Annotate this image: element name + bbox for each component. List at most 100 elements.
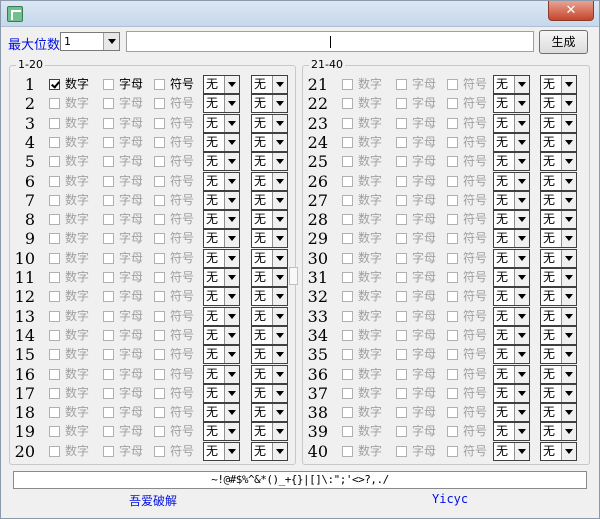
chevron-down-icon[interactable] <box>514 384 529 402</box>
checkbox-symbols[interactable] <box>447 156 458 168</box>
select-1[interactable]: 无 <box>203 345 240 365</box>
checkbox-letters[interactable] <box>396 349 407 361</box>
select-1[interactable]: 无 <box>493 306 530 326</box>
checkbox-symbols[interactable] <box>447 272 458 283</box>
chevron-down-icon[interactable] <box>561 442 576 460</box>
select-1[interactable]: 无 <box>493 75 530 94</box>
chevron-down-icon[interactable] <box>224 153 239 171</box>
checkbox-digits[interactable] <box>49 349 60 361</box>
chevron-down-icon[interactable] <box>272 153 287 171</box>
select-1[interactable]: 无 <box>203 113 240 133</box>
chevron-down-icon[interactable] <box>224 442 239 460</box>
chevron-down-icon[interactable] <box>514 404 529 422</box>
select-2[interactable]: 无 <box>540 383 577 403</box>
select-1[interactable]: 无 <box>203 152 240 172</box>
chevron-down-icon[interactable] <box>561 423 576 441</box>
chevron-down-icon[interactable] <box>224 307 239 325</box>
checkbox-digits[interactable] <box>342 252 353 264</box>
checkbox-digits[interactable] <box>342 98 353 110</box>
footer-link-yicyc[interactable]: Yicyc <box>432 492 468 506</box>
checkbox-letters[interactable] <box>103 387 114 399</box>
checkbox-symbols[interactable] <box>154 291 165 303</box>
select-2[interactable]: 无 <box>251 113 288 133</box>
select-1[interactable]: 无 <box>203 190 240 210</box>
checkbox-letters[interactable] <box>103 136 114 148</box>
checkbox-digits[interactable] <box>342 329 353 341</box>
chevron-down-icon[interactable] <box>272 404 287 422</box>
checkbox-letters[interactable] <box>396 117 407 129</box>
select-2[interactable]: 无 <box>540 306 577 326</box>
select-1[interactable]: 无 <box>203 306 240 326</box>
checkbox-digits[interactable] <box>49 252 60 264</box>
checkbox-letters[interactable] <box>396 194 407 206</box>
select-2[interactable]: 无 <box>540 287 577 307</box>
checkbox-symbols[interactable] <box>154 233 165 245</box>
checkbox-symbols[interactable] <box>447 368 458 380</box>
select-1[interactable]: 无 <box>493 229 530 249</box>
checkbox-letters[interactable] <box>396 387 407 399</box>
chevron-down-icon[interactable] <box>224 288 239 306</box>
checkbox-symbols[interactable] <box>154 387 165 399</box>
select-1[interactable]: 无 <box>493 210 530 230</box>
select-2[interactable]: 无 <box>251 422 288 442</box>
select-2[interactable]: 无 <box>540 75 577 94</box>
chevron-down-icon[interactable] <box>514 172 529 190</box>
chevron-down-icon[interactable] <box>561 114 576 132</box>
select-1[interactable]: 无 <box>493 94 530 114</box>
chevron-down-icon[interactable] <box>272 230 287 248</box>
select-1[interactable]: 无 <box>493 422 530 442</box>
checkbox-digits[interactable] <box>49 368 60 380</box>
select-1[interactable]: 无 <box>203 75 240 94</box>
select-2[interactable]: 无 <box>540 171 577 191</box>
checkbox-digits[interactable] <box>49 310 60 322</box>
checkbox-symbols[interactable] <box>447 445 458 457</box>
checkbox-symbols[interactable] <box>154 445 165 457</box>
select-1[interactable]: 无 <box>203 383 240 403</box>
checkbox-digits[interactable] <box>49 426 60 438</box>
chevron-down-icon[interactable] <box>561 211 576 229</box>
select-2[interactable]: 无 <box>251 306 288 326</box>
chevron-down-icon[interactable] <box>561 153 576 171</box>
chevron-down-icon[interactable] <box>224 365 239 383</box>
select-1[interactable]: 无 <box>493 383 530 403</box>
checkbox-digits[interactable] <box>342 349 353 361</box>
checkbox-symbols[interactable] <box>154 214 165 226</box>
special-chars-field[interactable]: ~!@#$%^&*()_+{}|[]\:";'<>?,./ <box>13 471 587 489</box>
checkbox-digits[interactable] <box>342 79 353 90</box>
chevron-down-icon[interactable] <box>561 404 576 422</box>
chevron-down-icon[interactable] <box>514 288 529 306</box>
select-2[interactable]: 无 <box>251 364 288 384</box>
checkbox-symbols[interactable] <box>154 368 165 380</box>
chevron-down-icon[interactable] <box>561 269 576 286</box>
select-2[interactable]: 无 <box>540 403 577 423</box>
chevron-down-icon[interactable] <box>561 249 576 267</box>
chevron-down-icon[interactable] <box>561 346 576 364</box>
chevron-down-icon[interactable] <box>224 423 239 441</box>
select-1[interactable]: 无 <box>203 210 240 230</box>
select-2[interactable]: 无 <box>540 422 577 442</box>
select-1[interactable]: 无 <box>493 248 530 268</box>
select-2[interactable]: 无 <box>540 229 577 249</box>
checkbox-symbols[interactable] <box>154 98 165 110</box>
chevron-down-icon[interactable] <box>561 172 576 190</box>
chevron-down-icon[interactable] <box>514 346 529 364</box>
chevron-down-icon[interactable] <box>514 423 529 441</box>
select-2[interactable]: 无 <box>251 403 288 423</box>
checkbox-digits[interactable] <box>342 233 353 245</box>
checkbox-symbols[interactable] <box>447 291 458 303</box>
checkbox-letters[interactable] <box>103 252 114 264</box>
select-2[interactable]: 无 <box>540 113 577 133</box>
checkbox-symbols[interactable] <box>154 117 165 129</box>
checkbox-symbols[interactable] <box>154 329 165 341</box>
chevron-down-icon[interactable] <box>561 307 576 325</box>
select-1[interactable]: 无 <box>203 441 240 461</box>
checkbox-symbols[interactable] <box>154 349 165 361</box>
checkbox-symbols[interactable] <box>154 156 165 168</box>
checkbox-symbols[interactable] <box>154 310 165 322</box>
checkbox-letters[interactable] <box>103 291 114 303</box>
checkbox-digits[interactable] <box>342 426 353 438</box>
checkbox-letters[interactable] <box>396 291 407 303</box>
checkbox-symbols[interactable] <box>447 407 458 419</box>
generate-button[interactable]: 生成 <box>539 30 588 54</box>
checkbox-digits[interactable] <box>49 98 60 110</box>
